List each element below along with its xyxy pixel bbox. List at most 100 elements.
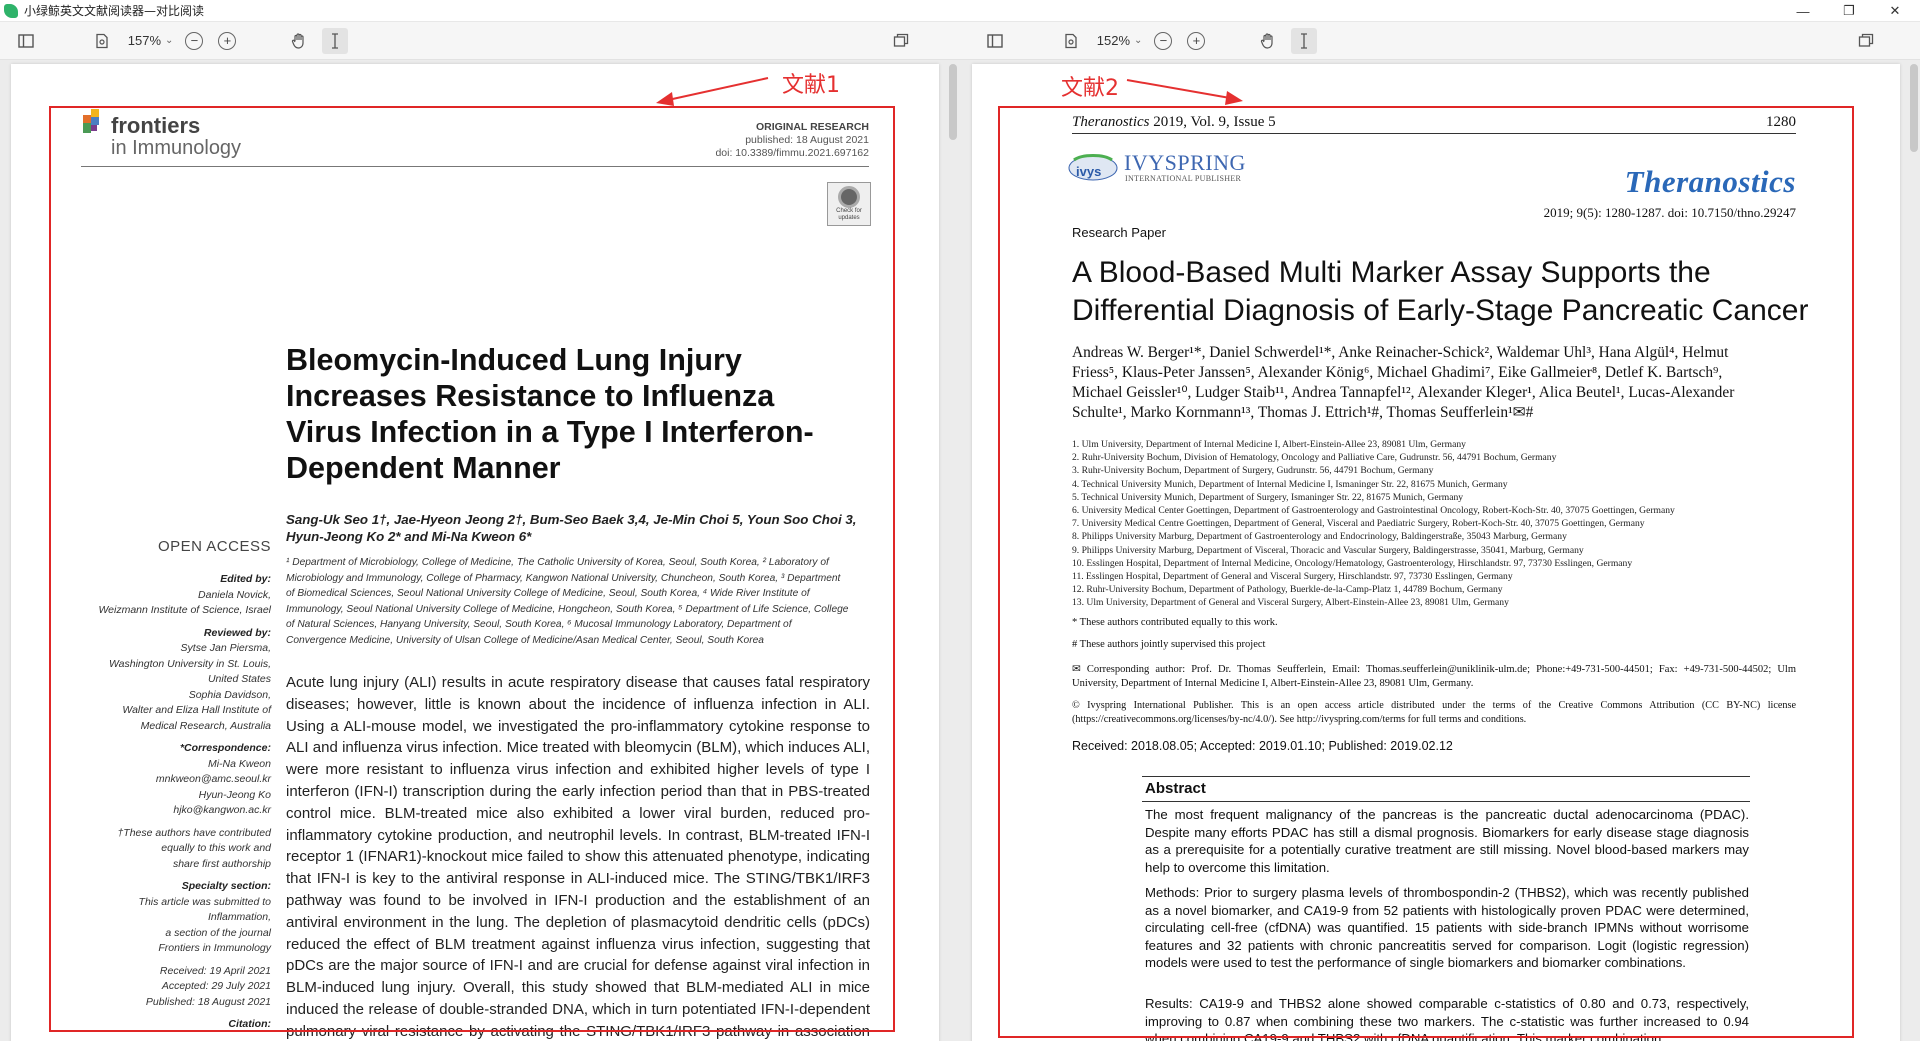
- affiliation-line: 7. University Medical Centre Goettingen,…: [1072, 518, 1645, 530]
- author-list: Andreas W. Berger¹*, Daniel Schwerdel¹*,…: [1072, 343, 1734, 423]
- journal-subname: in Immunology: [111, 137, 242, 159]
- citation-line: 2019; 9(5): 1280-1287. doi: 10.7150/thno…: [1543, 205, 1796, 220]
- sidebar-line: †These authors have contributed: [117, 826, 271, 839]
- hand-tool-icon[interactable]: [1255, 28, 1281, 54]
- sidebar-line: Sophia Davidson,: [188, 688, 271, 701]
- text-select-icon[interactable]: [1291, 27, 1318, 54]
- zoom-out-icon[interactable]: −: [1154, 31, 1173, 50]
- sidebar-line: [71, 819, 271, 826]
- zoom-out-icon[interactable]: −: [185, 31, 204, 50]
- sidebar-line: Accepted: 29 July 2021: [161, 980, 271, 992]
- sidebar-line: Hyun-Jeong Ko: [198, 788, 271, 801]
- author-list: Sang-Uk Seo 1†, Jae-Hyeon Jeong 2†, Bum-…: [286, 511, 856, 545]
- sidebar-line: Received: 19 April 2021: [159, 964, 271, 977]
- svg-text:ivys: ivys: [1076, 164, 1101, 179]
- affiliation-line: Immunology, Seoul National University Co…: [286, 603, 849, 615]
- authors-line: Friess⁵, Klaus-Peter Janssen⁵, Alexander…: [1072, 364, 1723, 381]
- sidebar-line: Edited by:: [220, 573, 271, 585]
- affiliation-line: Convergence Medicine, University of Ulsa…: [286, 634, 764, 646]
- sidebar-line: Reviewed by:: [203, 626, 271, 639]
- left-toolbar: 157% ⌄ − +: [0, 22, 960, 60]
- vertical-scrollbar[interactable]: [949, 64, 957, 140]
- paper-type: Research Paper: [1072, 225, 1166, 240]
- text-select-icon[interactable]: [322, 27, 349, 54]
- header-rule: [1072, 133, 1796, 134]
- authors-line: Andreas W. Berger¹*, Daniel Schwerdel¹*,…: [1072, 344, 1729, 361]
- sidebar-line: Weizmann Institute of Science, Israel: [98, 604, 271, 616]
- affiliation-line: of Biomedical Sciences, Seoul National U…: [286, 588, 810, 600]
- close-button[interactable]: ✕: [1872, 0, 1918, 22]
- affiliation-line: 5. Technical University Munich, Departme…: [1072, 491, 1464, 503]
- sidebar-line: *Correspondence:: [179, 742, 271, 754]
- page-view-icon[interactable]: [1058, 28, 1084, 54]
- sidebar-line: hjko@kangwon.ac.kr: [173, 804, 271, 816]
- corresponding-author: ✉ Corresponding author: Prof. Dr. Thomas…: [1072, 664, 1796, 689]
- hand-tool-icon[interactable]: [286, 28, 312, 54]
- sidebar-line: mnkweon@amc.seoul.kr: [155, 773, 271, 785]
- affiliation-line: 10. Esslingen Hospital, Department of In…: [1072, 557, 1633, 569]
- doi: doi: 10.3389/fimmu.2021.697162: [715, 147, 869, 159]
- compare-mode-icon[interactable]: [1853, 28, 1879, 54]
- check-label: Check for updates: [836, 208, 862, 221]
- abstract-heading: Abstract: [1145, 780, 1206, 797]
- header-journal: Theranostics: [1072, 114, 1150, 130]
- title-line: Bleomycin-Induced Lung Injury: [286, 343, 742, 377]
- chevron-down-icon: ⌄: [1134, 35, 1143, 46]
- authors-line: Hyun-Jeong Ko 2* and Mi-Na Kweon 6*: [286, 529, 532, 544]
- maximize-button[interactable]: ❐: [1826, 0, 1872, 22]
- page-view-icon[interactable]: [89, 28, 115, 54]
- sidebar-line: Daniela Novick,: [198, 588, 271, 601]
- affiliation-line: ¹ Department of Microbiology, College of…: [286, 557, 829, 568]
- sidebar-line: [71, 1010, 271, 1017]
- sidebar-line: [71, 734, 271, 741]
- sidebar-line: Published: 18 August 2021: [145, 995, 271, 1008]
- zoom-select[interactable]: 157% ⌄: [115, 33, 179, 48]
- zoom-in-icon[interactable]: +: [1187, 31, 1206, 50]
- sidebar-line: Sytse Jan Piersma,: [180, 642, 271, 654]
- annotation-label-doc2: 文献2: [1061, 76, 1119, 101]
- vertical-scrollbar[interactable]: [1910, 64, 1918, 152]
- dates-line: Received: 2018.08.05; Accepted: 2019.01.…: [1072, 739, 1453, 753]
- sidebar-line: Citation:: [228, 1018, 271, 1030]
- check-for-updates-badge[interactable]: Check for updates: [827, 182, 871, 226]
- affiliation-line: 3. Ruhr-University Bochum, Department of…: [1072, 465, 1434, 477]
- supervision-note: # These authors jointly supervised this …: [1072, 639, 1266, 650]
- abstract-rule: [1142, 801, 1750, 802]
- open-access-label: OPEN ACCESS: [157, 538, 271, 555]
- title-line: Virus Infection in a Type I Interferon-: [286, 415, 814, 449]
- sidebar-line: a section of the journal: [165, 926, 271, 939]
- minimize-button[interactable]: —: [1780, 0, 1826, 22]
- sidebar-line: [71, 619, 271, 626]
- right-toolbar: 152% ⌄ − +: [960, 22, 1920, 60]
- article-sidebar: Edited by: Daniela Novick, Weizmann Instit…: [71, 572, 271, 1033]
- abstract-results: Results: CA19-9 and THBS2 alone showed c…: [1145, 996, 1749, 1041]
- affiliation-line: 2. Ruhr-University Bochum, Division of H…: [1072, 452, 1557, 464]
- authors-line: Schulte¹, Marko Kornmann¹³, Thomas J. Et…: [1072, 404, 1534, 421]
- affiliation-line: 1. Ulm University, Department of Interna…: [1072, 439, 1466, 450]
- sidebar-line: Inflammation,: [207, 911, 271, 923]
- right-document-pane[interactable]: Theranostics 2019, Vol. 9, Issue 5 1280 …: [960, 60, 1920, 1041]
- zoom-in-icon[interactable]: +: [218, 31, 237, 50]
- left-document-pane[interactable]: frontiers in Immunology ORIGINAL RESEARC…: [0, 60, 960, 1041]
- zoom-select[interactable]: 152% ⌄: [1084, 33, 1148, 48]
- journal-header: Theranostics 2019, Vol. 9, Issue 5: [1072, 114, 1276, 131]
- zoom-value: 152%: [1096, 33, 1130, 48]
- journal-name: frontiers: [111, 113, 201, 138]
- sidebar-line: Walter and Eliza Hall Institute of: [122, 704, 271, 716]
- annotation-label-doc1: 文献1: [782, 73, 840, 98]
- affiliations: 1. Ulm University, Department of Interna…: [1072, 438, 1675, 610]
- sidebar-toggle-icon[interactable]: [13, 28, 39, 54]
- affiliations: ¹ Department of Microbiology, College of…: [286, 555, 848, 649]
- published-date: published: 18 August 2021: [745, 134, 869, 146]
- authors-line: Michael Geissler¹⁰, Ludger Staib¹¹, Andr…: [1072, 384, 1735, 401]
- sidebar-line: Specialty section:: [181, 880, 271, 892]
- title-line: Increases Resistance to Influenza: [286, 379, 775, 413]
- affiliation-line: Microbiology and Immunology, College of …: [286, 572, 841, 584]
- license-statement: © Ivyspring International Publisher. Thi…: [1072, 700, 1796, 725]
- frontiers-logo-icon: [83, 109, 99, 133]
- window-title: 小绿鲸英文文献阅读器—对比阅读: [24, 4, 205, 18]
- article-title: Bleomycin-Induced Lung Injury Increases …: [286, 342, 814, 486]
- sidebar-line: Mi-Na Kweon: [207, 757, 271, 770]
- sidebar-toggle-icon[interactable]: [982, 28, 1008, 54]
- compare-mode-icon[interactable]: [888, 28, 914, 54]
